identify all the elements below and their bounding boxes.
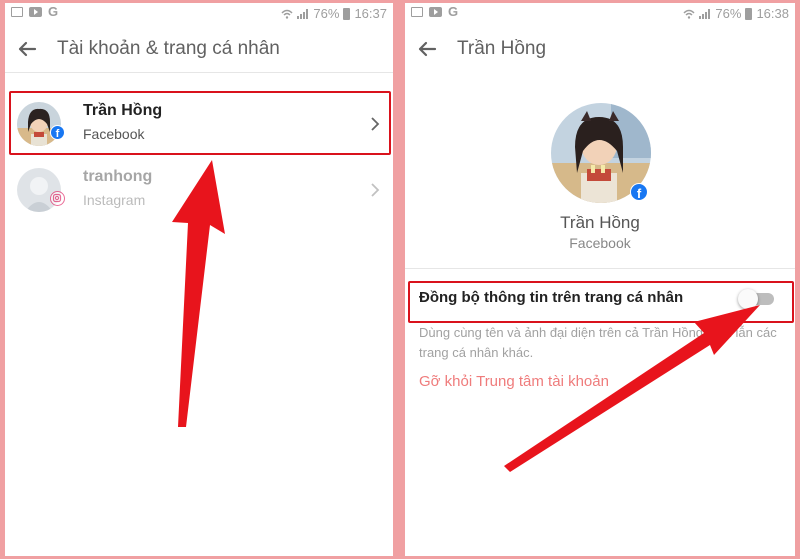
instagram-icon <box>50 191 65 206</box>
page-title: Trần Hồng <box>457 38 547 59</box>
highlight-box <box>9 91 391 155</box>
battery-percent: 76% <box>313 6 340 21</box>
gallery-icon <box>11 7 23 17</box>
wifi-icon <box>281 9 293 19</box>
left-screen: G 76% 16:37 Tài khoản & trang cá nhân f … <box>5 3 393 556</box>
app-bar: Trần Hồng <box>405 25 795 73</box>
back-arrow-icon[interactable] <box>417 39 437 59</box>
app-bar: Tài khoản & trang cá nhân <box>5 25 393 73</box>
status-bar: G 76% 16:37 <box>5 3 393 25</box>
facebook-icon: f <box>630 183 648 201</box>
divider <box>405 268 795 269</box>
battery-icon <box>745 7 753 20</box>
account-platform: Instagram <box>83 192 146 208</box>
battery-icon <box>343 7 351 20</box>
back-arrow-icon[interactable] <box>17 39 37 59</box>
page-title: Tài khoản & trang cá nhân <box>57 38 280 59</box>
youtube-icon <box>429 7 442 17</box>
sync-description: Dùng cùng tên và ảnh đại diện trên cả Tr… <box>419 325 777 360</box>
clock: 16:37 <box>354 6 387 21</box>
signal-icon <box>699 8 711 19</box>
youtube-icon <box>29 7 42 17</box>
google-icon: G <box>48 4 59 19</box>
profile-name: Trần Hồng <box>560 213 640 232</box>
account-row-instagram[interactable]: tranhong Instagram <box>5 158 393 224</box>
wifi-icon <box>683 9 695 19</box>
chevron-right-icon <box>371 183 380 197</box>
highlight-box <box>408 281 794 323</box>
account-name: tranhong <box>83 168 153 185</box>
battery-percent: 76% <box>715 6 742 21</box>
screenshot-frame: G 76% 16:37 Tài khoản & trang cá nhân f … <box>0 0 800 559</box>
status-bar: G 76% 16:38 <box>405 3 795 25</box>
right-screen: G 76% 16:38 Trần Hồng f Trần Hồng Facebo… <box>405 3 795 556</box>
remove-from-accounts-center-link[interactable]: Gỡ khỏi Trung tâm tài khoản <box>419 373 609 390</box>
profile-platform: Facebook <box>569 235 631 251</box>
google-icon: G <box>448 4 459 19</box>
gallery-icon <box>411 7 423 17</box>
signal-icon <box>297 8 309 19</box>
clock: 16:38 <box>756 6 789 21</box>
